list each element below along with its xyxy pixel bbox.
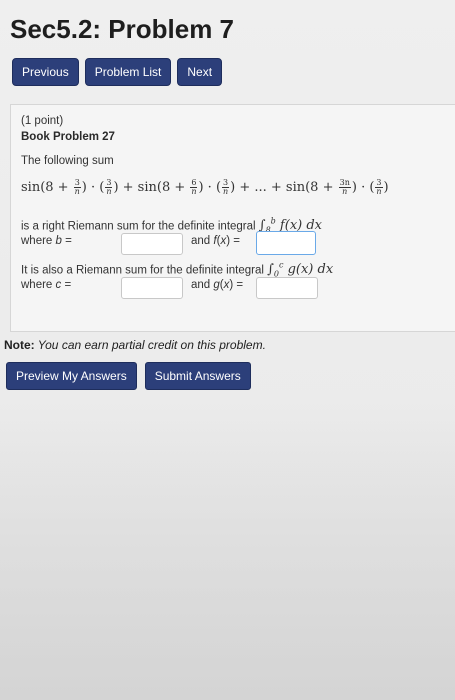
page-title: Sec5.2: Problem 7: [10, 14, 234, 44]
next-button[interactable]: Next: [177, 58, 223, 86]
problem-list-button[interactable]: Problem List: [84, 58, 172, 86]
preview-answers-button[interactable]: Preview My Answers: [6, 362, 137, 390]
book-problem-label: Book Problem 27: [21, 131, 115, 143]
note-label: Note:: [4, 338, 35, 352]
points-label: (1 point): [21, 115, 64, 127]
problem-panel: (1 point) Book Problem 27 The following …: [10, 104, 455, 332]
g-input[interactable]: [256, 277, 318, 299]
intro-text: The following sum: [21, 155, 114, 167]
and-g-label: and g(x) =: [191, 279, 244, 291]
background-shading: [0, 400, 455, 700]
partial-credit-note: Note: You can earn partial credit on thi…: [4, 338, 266, 352]
submit-bar: Preview My Answers Submit Answers: [6, 362, 251, 390]
submit-answers-button[interactable]: Submit Answers: [144, 362, 251, 390]
sum-expression: sin(8 + 3 n) · (3 n) + sin(8 + 6 n) · (3 n) …: [21, 178, 389, 196]
where-c-label: where c =: [21, 279, 72, 291]
f-input[interactable]: [256, 231, 316, 255]
where-b-label: where b =: [21, 235, 72, 247]
note-text: You can earn partial credit on this prob…: [34, 338, 266, 352]
c-input[interactable]: [121, 277, 183, 299]
b-input[interactable]: [121, 233, 183, 255]
and-f-label: and f(x) =: [191, 235, 240, 247]
problem-nav: Previous Problem List Next: [12, 58, 223, 86]
page: Sec5.2: Problem 7 Previous Problem List …: [0, 0, 455, 700]
previous-button[interactable]: Previous: [12, 58, 79, 86]
